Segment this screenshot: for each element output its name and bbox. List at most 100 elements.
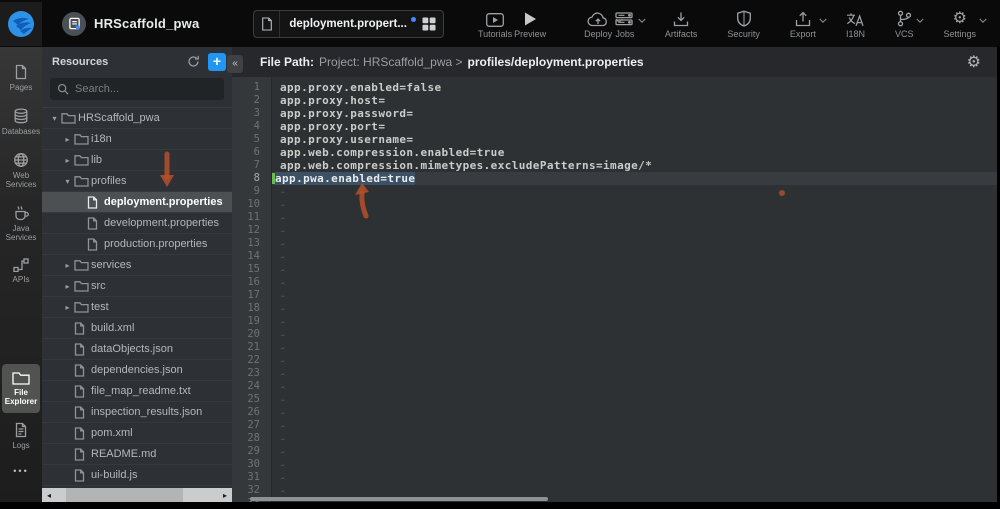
tree-item-inspection-results-json[interactable]: inspection_results.json	[42, 402, 232, 423]
caret-down-icon[interactable]: ▾	[61, 177, 74, 186]
code-line-6[interactable]: app.web.compression.enabled=true	[272, 146, 997, 159]
chevron-down-icon[interactable]	[916, 18, 924, 24]
tree-item-file-map-readme-txt[interactable]: file_map_readme.txt	[42, 381, 232, 402]
code-line-32[interactable]: -	[272, 484, 997, 497]
sidebar-item-file-explorer[interactable]: File Explorer	[2, 364, 40, 413]
tree-item-lib[interactable]: ▸lib	[42, 150, 232, 171]
sidebar-item-apis[interactable]: APIs	[2, 251, 40, 291]
sidebar-item-logs[interactable]: Logs	[2, 415, 40, 457]
sidebar-item-java-services[interactable]: Java Services	[2, 198, 40, 249]
code-line-13[interactable]: -	[272, 237, 997, 250]
sidebar-item-databases[interactable]: Databases	[2, 101, 40, 143]
tree-horizontal-scrollbar[interactable]: ◂ ▸	[42, 488, 232, 502]
add-resource-button[interactable]: +	[208, 53, 226, 71]
scrollbar-thumb[interactable]	[66, 488, 183, 502]
tree-item-i18n[interactable]: ▸i18n	[42, 129, 232, 150]
tree-item-dataobjects-json[interactable]: dataObjects.json	[42, 339, 232, 360]
preview-button[interactable]: Preview	[514, 9, 546, 39]
sidebar-item-pages[interactable]: Pages	[2, 57, 40, 99]
chevron-down-icon[interactable]	[638, 18, 646, 24]
scroll-left-icon[interactable]: ◂	[42, 488, 56, 502]
tree-item-ui-build-js[interactable]: ui-build.js	[42, 465, 232, 486]
code-line-27[interactable]: -	[272, 419, 997, 432]
refresh-icon[interactable]	[187, 55, 200, 68]
code-line-15[interactable]: -	[272, 263, 997, 276]
code-line-23[interactable]: -	[272, 367, 997, 380]
app-logo[interactable]	[0, 2, 42, 46]
tree-item-profiles[interactable]: ▾profiles	[42, 171, 232, 192]
code-line-30[interactable]: -	[272, 458, 997, 471]
scroll-right-icon[interactable]: ▸	[218, 488, 232, 502]
editor-horizontal-scrollbar[interactable]	[250, 497, 548, 501]
code-line-26[interactable]: -	[272, 406, 997, 419]
code-line-1[interactable]: app.proxy.enabled=false	[272, 81, 997, 94]
caret-right-icon[interactable]: ▸	[61, 303, 74, 312]
export-button[interactable]: Export	[790, 9, 816, 39]
vcs-button[interactable]: VCS	[895, 9, 914, 39]
code-line-17[interactable]: -	[272, 289, 997, 302]
code-line-19[interactable]: -	[272, 315, 997, 328]
code-line-29[interactable]: -	[272, 445, 997, 458]
tree-item-build-xml[interactable]: build.xml	[42, 318, 232, 339]
security-button[interactable]: Security	[727, 9, 760, 39]
tree-item-dependencies-json[interactable]: dependencies.json	[42, 360, 232, 381]
code-line-18[interactable]: -	[272, 302, 997, 315]
jobs-button[interactable]: Jobs	[615, 9, 635, 39]
sidebar-item-web-services[interactable]: Web Services	[2, 145, 40, 196]
caret-right-icon[interactable]: ▸	[61, 261, 74, 270]
code-line-2[interactable]: app.proxy.host=	[272, 94, 997, 107]
code-line-16[interactable]: -	[272, 276, 997, 289]
code-line-21[interactable]: -	[272, 341, 997, 354]
code-line-31[interactable]: -	[272, 471, 997, 484]
code-line-8[interactable]: app.pwa.enabled=true	[272, 172, 997, 185]
settings-button[interactable]: ⚙Settings	[943, 9, 976, 39]
tree-item-test[interactable]: ▸test	[42, 297, 232, 318]
tree-item-src[interactable]: ▸src	[42, 276, 232, 297]
file-tree: ▾HRScaffold_pwa▸i18n▸lib▾profiles deploym…	[42, 108, 232, 488]
chevron-down-icon[interactable]	[979, 18, 987, 24]
code-line-28[interactable]: -	[272, 432, 997, 445]
code-line-9[interactable]: -	[272, 185, 997, 198]
i18n-button[interactable]: I18N	[846, 9, 865, 39]
chevron-down-icon[interactable]	[819, 18, 827, 24]
code-line-14[interactable]: -	[272, 250, 997, 263]
code-line-22[interactable]: -	[272, 354, 997, 367]
scrollbar-track[interactable]	[56, 488, 218, 502]
tree-item-deployment-properties[interactable]: deployment.properties	[42, 192, 232, 213]
tree-item-readme-md[interactable]: README.md	[42, 444, 232, 465]
code-line-20[interactable]: -	[272, 328, 997, 341]
empty-line-mark: -	[280, 435, 286, 445]
gear-icon[interactable]: ⚙	[967, 52, 981, 72]
tree-item-hrscaffold-pwa[interactable]: ▾HRScaffold_pwa	[42, 108, 232, 129]
tree-item-label: deployment.properties	[104, 196, 223, 208]
code-line-5[interactable]: app.proxy.username=	[272, 133, 997, 146]
open-file-tab[interactable]: deployment.propert...	[253, 10, 444, 38]
caret-right-icon[interactable]: ▸	[61, 156, 74, 165]
collapse-panel-button[interactable]: «	[227, 55, 243, 73]
code-line-12[interactable]: -	[272, 224, 997, 237]
artifacts-button[interactable]: Artifacts	[665, 9, 698, 39]
code-line-10[interactable]: -	[272, 198, 997, 211]
tutorials-button[interactable]: Tutorials	[478, 9, 512, 39]
tree-item-development-properties[interactable]: development.properties	[42, 213, 232, 234]
tree-item-production-properties[interactable]: production.properties	[42, 234, 232, 255]
project-switcher[interactable]: HRScaffold_pwa	[62, 12, 199, 36]
code-line-25[interactable]: -	[272, 393, 997, 406]
grid-icon[interactable]	[420, 17, 443, 31]
code-line-3[interactable]: app.proxy.password=	[272, 107, 997, 120]
tree-item-services[interactable]: ▸services	[42, 255, 232, 276]
code-line-11[interactable]: -	[272, 211, 997, 224]
tree-item-label: dependencies.json	[91, 364, 183, 376]
code-lines[interactable]: app.proxy.enabled=falseapp.proxy.host=ap…	[272, 77, 997, 502]
caret-right-icon[interactable]: ▸	[61, 282, 74, 291]
code-line-4[interactable]: app.proxy.port=	[272, 120, 997, 133]
sidebar-item-more[interactable]: •••	[2, 459, 40, 486]
code-line-24[interactable]: -	[272, 380, 997, 393]
search-input[interactable]	[75, 83, 217, 95]
deploy-button[interactable]: Deploy	[584, 9, 612, 39]
code-line-7[interactable]: app.web.compression.mimetypes.excludePat…	[272, 159, 997, 172]
search-box[interactable]	[50, 78, 224, 100]
caret-right-icon[interactable]: ▸	[61, 135, 74, 144]
caret-down-icon[interactable]: ▾	[48, 114, 61, 123]
tree-item-pom-xml[interactable]: pom.xml	[42, 423, 232, 444]
